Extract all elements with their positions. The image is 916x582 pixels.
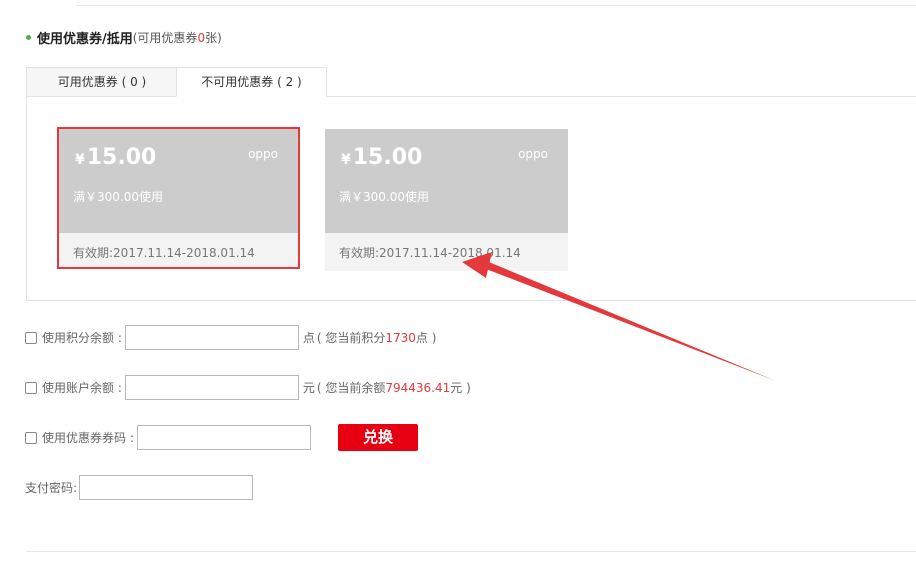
points-hint: ( 您当前积分1730点 ) [316,331,437,345]
coupon-validity: 有效期:2017.11.14-2018.01.14 [339,246,521,260]
currency-symbol: ¥ [75,152,85,168]
coupon-code-label: 使用优惠券券码 : [42,431,134,445]
bottom-divider [26,551,916,552]
currency-symbol: ¥ [341,152,351,168]
coupon-amount-value: 15.00 [86,145,157,170]
points-input[interactable] [124,325,299,350]
coupon-condition: 满￥300.00使用 [339,190,429,204]
coupon-card[interactable]: ¥15.00 oppo 满￥300.00使用 有效期:2017.11.14-20… [57,127,300,269]
coupon-validity: 有效期:2017.11.14-2018.01.14 [73,246,255,260]
available-count: 0 [197,30,206,45]
tab-available-coupons[interactable]: 可用优惠券 ( 0 ) [26,67,177,97]
balance-input[interactable] [124,375,299,400]
balance-hint: ( 您当前余额794436.41元 ) [316,381,471,395]
top-divider [76,5,916,6]
balance-unit: 元 [302,381,315,395]
balance-checkbox[interactable] [25,381,37,394]
coupon-amount: ¥15.00 [341,145,422,173]
coupon-condition: 满￥300.00使用 [73,190,163,204]
coupon-card[interactable]: ¥15.00 oppo 满￥300.00使用 有效期:2017.11.14-20… [325,129,568,271]
tab-unavailable-coupons[interactable]: 不可用优惠券 ( 2 ) [176,67,327,97]
balance-label: 使用账户余额 : [42,381,122,395]
points-unit: 点 [302,331,315,345]
password-label: 支付密码: [25,481,78,495]
coupon-code-row: 使用优惠券券码 : [25,425,311,450]
coupon-amount: ¥15.00 [75,145,156,173]
section-title: 使用优惠券/抵用 (可用优惠券0张) [26,28,222,47]
coupon-code-input[interactable] [136,425,311,450]
section-title-text: 使用优惠券/抵用 [37,31,133,47]
points-value: 1730 [385,331,416,345]
redeem-button[interactable]: 兑换 [338,424,418,451]
coupon-brand: oppo [518,147,548,161]
available-count-note: (可用优惠券0张) [132,30,222,45]
balance-value: 794436.41 [385,381,451,395]
bullet-dot-icon [26,34,31,40]
password-input[interactable] [79,475,254,500]
balance-row: 使用账户余额 : 元 ( 您当前余额794436.41元 ) [25,375,471,400]
points-checkbox[interactable] [25,331,37,344]
coupon-amount-value: 15.00 [352,145,423,170]
password-row: 支付密码: [25,475,254,500]
points-row: 使用积分余额 : 点 ( 您当前积分1730点 ) [25,325,436,350]
points-label: 使用积分余额 : [42,331,122,345]
coupon-brand: oppo [248,147,278,161]
coupon-code-checkbox[interactable] [25,431,37,444]
